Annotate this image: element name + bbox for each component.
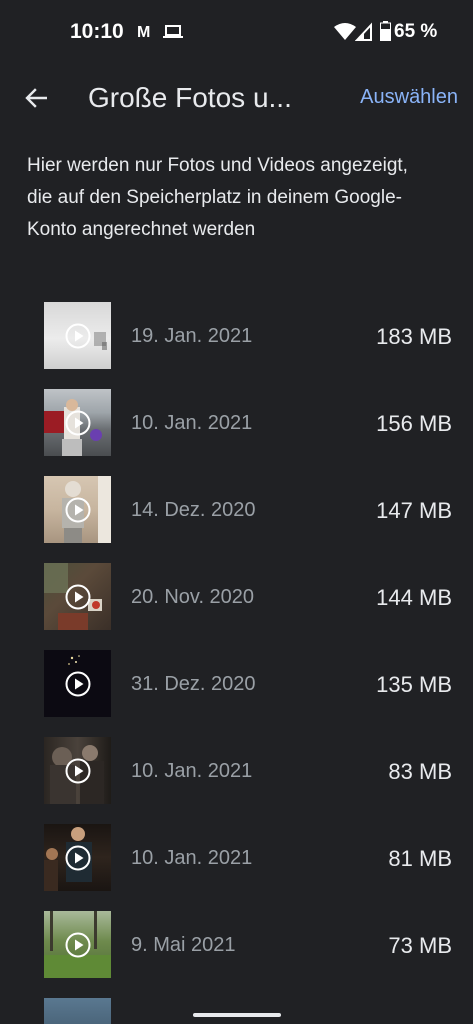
play-icon (65, 932, 91, 958)
play-icon (65, 323, 91, 349)
info-description: Hier werden nur Fotos und Videos angezei… (27, 155, 408, 240)
list-item[interactable]: 10. Jan. 2021 156 MB (0, 387, 473, 459)
video-thumbnail (44, 302, 111, 369)
item-size: 83 MB (388, 759, 452, 784)
item-date: 19. Jan. 2021 (131, 325, 253, 347)
list-item[interactable]: 9. Mai 2021 73 MB (0, 909, 473, 981)
play-icon (65, 584, 91, 610)
select-button[interactable]: Auswählen (360, 86, 458, 109)
item-size: 147 MB (376, 498, 452, 523)
list-item[interactable]: 10. Jan. 2021 81 MB (0, 822, 473, 894)
play-icon (65, 758, 91, 784)
item-size: 73 MB (388, 933, 452, 958)
video-thumbnail (44, 911, 111, 978)
item-size: 81 MB (388, 846, 452, 871)
back-button[interactable] (16, 78, 56, 118)
list-item[interactable]: 31. Dez. 2020 135 MB (0, 648, 473, 720)
status-time: 10:10 (70, 20, 124, 43)
status-bar: 10:10 M 65 % (0, 0, 473, 64)
play-icon (65, 845, 91, 871)
battery-percentage: 65 % (394, 21, 438, 42)
item-size: 144 MB (376, 585, 452, 610)
item-date: 9. Mai 2021 (131, 934, 236, 956)
page-title: Große Fotos u... (88, 82, 292, 113)
item-size: 135 MB (376, 672, 452, 697)
play-icon (65, 410, 91, 436)
list-item[interactable]: 14. Dez. 2020 147 MB (0, 474, 473, 546)
list-item[interactable]: 10. Jan. 2021 83 MB (0, 735, 473, 807)
signal-icon (355, 22, 372, 41)
video-thumbnail (44, 476, 111, 543)
play-icon (65, 497, 91, 523)
play-icon (65, 671, 91, 697)
item-date: 10. Jan. 2021 (131, 760, 253, 782)
item-date: 10. Jan. 2021 (131, 847, 253, 869)
item-date: 10. Jan. 2021 (131, 412, 253, 434)
list-item[interactable]: 20. Nov. 2020 144 MB (0, 561, 473, 633)
video-thumbnail (44, 737, 111, 804)
wifi-icon (334, 23, 356, 40)
video-thumbnail (44, 563, 111, 630)
video-thumbnail (44, 650, 111, 717)
battery-icon (380, 21, 391, 41)
item-date: 20. Nov. 2020 (131, 586, 255, 608)
list-item[interactable]: 19. Jan. 2021 183 MB (0, 300, 473, 372)
laptop-icon (163, 25, 183, 38)
gmail-icon: M (137, 24, 151, 41)
item-date: 31. Dez. 2020 (131, 673, 256, 695)
list-item[interactable] (0, 996, 473, 1024)
home-indicator[interactable] (193, 1013, 281, 1017)
video-thumbnail (44, 998, 111, 1024)
item-size: 183 MB (376, 324, 452, 349)
arrow-back-icon (25, 88, 47, 108)
item-size: 156 MB (376, 411, 452, 436)
video-thumbnail (44, 389, 111, 456)
item-date: 14. Dez. 2020 (131, 499, 256, 521)
app-bar: Große Fotos u... Auswählen (0, 64, 473, 132)
video-thumbnail (44, 824, 111, 891)
screen: 10:10 M 65 % Große Fotos u... Auswählen (0, 0, 473, 1024)
